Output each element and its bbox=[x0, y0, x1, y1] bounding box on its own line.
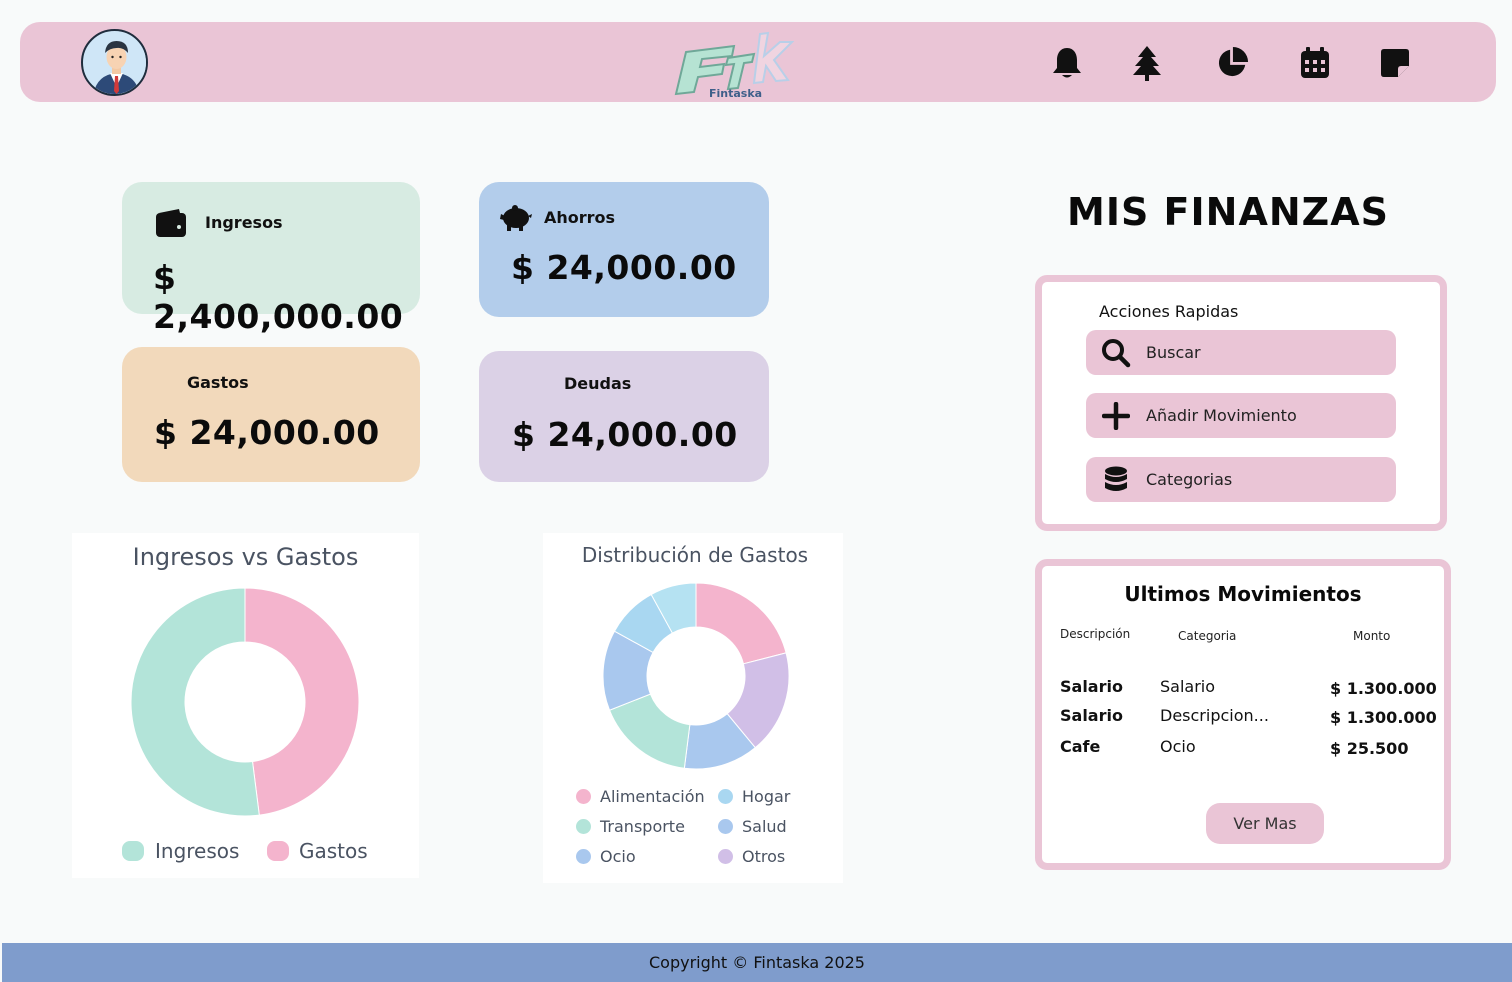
legend-swatch bbox=[718, 849, 733, 864]
fintaska-logo-icon: Fintaska bbox=[674, 31, 795, 100]
card-ingresos[interactable]: Ingresos $ 2,400,000.00 bbox=[122, 182, 420, 336]
legend-item: Transporte bbox=[576, 817, 685, 836]
donut-slice[interactable] bbox=[244, 587, 360, 816]
quick-actions-panel: Acciones Rapidas Buscar Añadir Movimient… bbox=[1035, 275, 1447, 531]
user-avatar-icon bbox=[83, 31, 146, 94]
legend-item: Salud bbox=[718, 817, 787, 836]
card-ingresos-value: $ 2,400,000.00 bbox=[153, 258, 404, 336]
recent-movements-title: Ultimos Movimientos bbox=[1124, 582, 1362, 606]
recent-movements-panel: Ultimos Movimientos Descripción Categori… bbox=[1035, 559, 1451, 870]
legend-item: Gastos bbox=[267, 839, 368, 863]
column-header-amount: Monto bbox=[1353, 629, 1391, 643]
database-icon bbox=[1086, 466, 1146, 494]
categories-button-label: Categorias bbox=[1146, 470, 1233, 489]
row-category: Descripcion... bbox=[1160, 706, 1269, 725]
view-more-button[interactable]: Ver Mas bbox=[1206, 803, 1324, 844]
chart-ingresos-vs-gastos: Ingresos vs Gastos Ingresos Gastos bbox=[72, 533, 419, 878]
row-amount: $ 1.300.000 bbox=[1330, 679, 1437, 698]
chart-title: Ingresos vs Gastos bbox=[132, 543, 359, 571]
tree-icon bbox=[1133, 46, 1161, 81]
chart-distribucion-gastos: Distribución de Gastos Alimentación Hogar… bbox=[543, 533, 843, 883]
legend-label: Hogar bbox=[742, 787, 791, 806]
card-gastos[interactable]: Gastos $ 24,000.00 bbox=[122, 347, 420, 482]
add-movement-button-label: Añadir Movimiento bbox=[1146, 406, 1297, 425]
card-gastos-value: $ 24,000.00 bbox=[154, 413, 380, 452]
search-button[interactable]: Buscar bbox=[1086, 330, 1396, 375]
pie-chart-icon bbox=[1218, 46, 1249, 77]
add-movement-button[interactable]: Añadir Movimiento bbox=[1086, 393, 1396, 438]
row-description: Salario bbox=[1060, 706, 1123, 725]
legend-label: Ocio bbox=[600, 847, 636, 866]
card-ingresos-label: Ingresos bbox=[205, 213, 283, 232]
row-amount: $ 25.500 bbox=[1330, 739, 1409, 758]
column-header-description: Descripción bbox=[1060, 627, 1131, 641]
legend-swatch bbox=[576, 819, 591, 834]
savings-goals-button[interactable] bbox=[1130, 44, 1164, 82]
legend-item: Ingresos bbox=[122, 839, 239, 863]
legend-item: Ocio bbox=[576, 847, 636, 866]
wallet-icon bbox=[155, 208, 187, 242]
legend-item: Alimentación bbox=[576, 787, 705, 806]
donut-slice[interactable] bbox=[130, 587, 260, 817]
legend-label: Transporte bbox=[600, 817, 685, 836]
row-category: Ocio bbox=[1160, 737, 1196, 756]
app-logo[interactable]: Fintaska bbox=[672, 28, 802, 100]
search-icon bbox=[1086, 338, 1146, 368]
search-button-label: Buscar bbox=[1146, 343, 1201, 362]
legend-label: Gastos bbox=[299, 839, 368, 863]
logo-subtext: Fintaska bbox=[709, 87, 762, 100]
chart-title: Distribución de Gastos bbox=[581, 543, 809, 567]
donut-slice[interactable] bbox=[695, 582, 787, 665]
card-ahorros-label: Ahorros bbox=[544, 208, 616, 227]
notes-button[interactable] bbox=[1378, 44, 1412, 82]
card-ahorros[interactable]: Ahorros $ 24,000.00 bbox=[479, 182, 769, 317]
calendar-button[interactable] bbox=[1298, 44, 1332, 82]
legend-swatch bbox=[576, 849, 591, 864]
column-header-category: Categoria bbox=[1178, 629, 1237, 643]
top-header: Fintaska bbox=[20, 22, 1496, 102]
card-deudas[interactable]: Deudas $ 24,000.00 bbox=[479, 351, 769, 482]
legend-swatch bbox=[267, 841, 289, 861]
piggy-bank-icon bbox=[498, 204, 532, 236]
row-description: Salario bbox=[1060, 677, 1123, 696]
row-amount: $ 1.300.000 bbox=[1330, 708, 1437, 727]
bell-icon bbox=[1053, 48, 1081, 78]
calendar-icon bbox=[1301, 47, 1329, 78]
categories-button[interactable]: Categorias bbox=[1086, 457, 1396, 502]
page-title: MIS FINANZAS bbox=[1067, 190, 1389, 234]
legend-label: Alimentación bbox=[600, 787, 705, 806]
user-avatar[interactable] bbox=[81, 29, 148, 96]
legend-swatch bbox=[718, 789, 733, 804]
donut-chart bbox=[130, 587, 360, 817]
card-deudas-label: Deudas bbox=[564, 374, 632, 393]
legend-swatch bbox=[718, 819, 733, 834]
card-ahorros-value: $ 24,000.00 bbox=[511, 248, 737, 287]
plus-icon bbox=[1086, 401, 1146, 430]
card-gastos-label: Gastos bbox=[187, 373, 249, 392]
row-category: Salario bbox=[1160, 677, 1216, 696]
legend-label: Salud bbox=[742, 817, 787, 836]
legend-swatch bbox=[576, 789, 591, 804]
legend-swatch bbox=[122, 841, 144, 861]
legend-label: Ingresos bbox=[155, 839, 240, 863]
legend-label: Otros bbox=[742, 847, 786, 866]
notifications-button[interactable] bbox=[1050, 44, 1084, 82]
legend-item: Otros bbox=[718, 847, 785, 866]
reports-button[interactable] bbox=[1215, 44, 1249, 82]
copyright-text: Copyright © Fintaska 2025 bbox=[649, 953, 865, 972]
quick-actions-title: Acciones Rapidas bbox=[1099, 302, 1239, 321]
card-deudas-value: $ 24,000.00 bbox=[512, 415, 738, 454]
row-description: Cafe bbox=[1060, 737, 1101, 756]
donut-chart bbox=[602, 582, 790, 770]
footer: Copyright © Fintaska 2025 bbox=[2, 943, 1512, 982]
sticky-note-icon bbox=[1381, 49, 1409, 77]
legend-item: Hogar bbox=[718, 787, 790, 806]
